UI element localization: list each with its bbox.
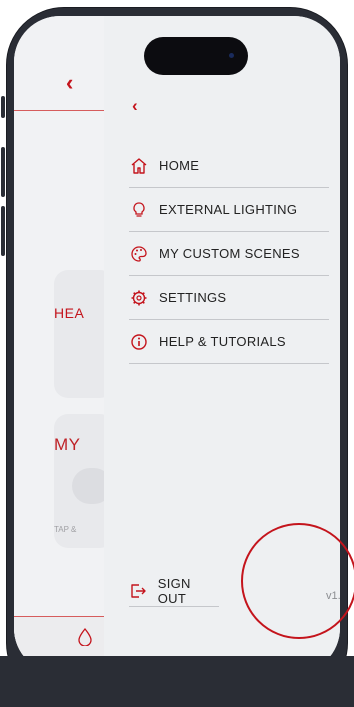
menu-item-external-lighting[interactable]: EXTERNAL LIGHTING: [129, 188, 329, 232]
chevron-left-icon[interactable]: ‹: [132, 96, 138, 116]
camera-dot: [229, 53, 234, 58]
sign-out-icon: [129, 581, 148, 601]
palette-icon: [129, 244, 149, 264]
side-button-silent: [1, 96, 5, 118]
menu-item-label: SETTINGS: [159, 290, 227, 305]
bulb-icon: [129, 200, 149, 220]
gear-icon: [129, 288, 149, 308]
info-icon: [129, 332, 149, 352]
drawer-menu: HOME EXTERNAL LIGHTING MY CUSTOM SCENES …: [129, 144, 329, 364]
menu-item-label: HELP & TUTORIALS: [159, 334, 286, 349]
background-tap-text: TAP &: [54, 525, 77, 534]
background-heading-2: MY: [54, 435, 81, 454]
menu-item-label: EXTERNAL LIGHTING: [159, 202, 298, 217]
water-drop-icon: [78, 628, 92, 651]
dynamic-island: [144, 37, 248, 75]
footer-divider: [14, 616, 104, 617]
home-icon: [129, 156, 149, 176]
menu-item-help-tutorials[interactable]: HELP & TUTORIALS: [129, 320, 329, 364]
side-button-volume-down: [1, 206, 5, 256]
menu-item-my-custom-scenes[interactable]: MY CUSTOM SCENES: [129, 232, 329, 276]
header-divider: [14, 110, 104, 111]
underlying-page: ‹ HEA MY TAP &: [14, 16, 114, 674]
sign-out-button[interactable]: SIGN OUT: [129, 576, 219, 607]
highlight-circle: [241, 523, 354, 639]
phone-bottom-bezel: [0, 656, 354, 707]
back-chevron-icon[interactable]: ‹: [66, 70, 73, 96]
menu-item-label: HOME: [159, 158, 200, 173]
background-heading-1: HEA: [54, 305, 85, 321]
menu-item-label: MY CUSTOM SCENES: [159, 246, 300, 261]
menu-item-settings[interactable]: SETTINGS: [129, 276, 329, 320]
sign-out-label: SIGN OUT: [157, 576, 191, 606]
side-button-volume-up: [1, 147, 5, 197]
menu-item-home[interactable]: HOME: [129, 144, 329, 188]
